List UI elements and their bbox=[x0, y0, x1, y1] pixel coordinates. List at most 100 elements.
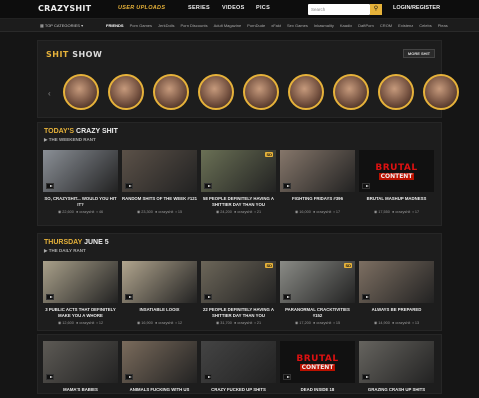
uploader-link[interactable]: crazyshit bbox=[158, 210, 173, 214]
video-thumbnail[interactable] bbox=[43, 341, 118, 383]
video-thumbnail[interactable] bbox=[359, 341, 434, 383]
story-thumbnail[interactable] bbox=[153, 74, 189, 110]
story-thumbnail[interactable] bbox=[333, 74, 369, 110]
partner-link[interactable]: CROM bbox=[380, 23, 392, 28]
partner-link[interactable]: JerkDolls bbox=[158, 23, 174, 28]
video-card[interactable]: SD PARANORMAL CRACKTIVITIES #152 ◉ 17,200 … bbox=[280, 261, 355, 325]
play-icon bbox=[46, 374, 54, 380]
section-subtitle: ▶ THE DAILY RANT bbox=[44, 248, 86, 253]
video-title[interactable]: MAMA'S BABIES bbox=[43, 387, 118, 398]
video-title[interactable]: GRAZING CRASH UP SHITS bbox=[359, 387, 434, 398]
nav-series[interactable]: SERIES bbox=[188, 5, 210, 11]
video-card[interactable]: SD 22 PEOPLE DEFINITELY HAVING A SHITTIER… bbox=[201, 261, 276, 325]
nav-user-uploads[interactable]: USER UPLOADS bbox=[118, 5, 165, 11]
story-thumbnail[interactable] bbox=[288, 74, 324, 110]
uploader-link[interactable]: crazyshit bbox=[158, 321, 173, 325]
partner-link[interactable]: Porn Games bbox=[130, 23, 152, 28]
video-card[interactable]: MAMA'S BABIES bbox=[43, 341, 118, 398]
quality-badge: SD bbox=[265, 152, 273, 157]
video-title[interactable]: 58 PEOPLE DEFINITELY HAVING A SHITTIER D… bbox=[201, 196, 276, 207]
video-card[interactable]: ANIMALS FUCKING WITH US bbox=[122, 341, 197, 398]
uploader-link[interactable]: crazyshit bbox=[316, 321, 331, 325]
video-title[interactable]: FIGHTING FRIDAYS #396 bbox=[280, 196, 355, 207]
uploader-link[interactable]: crazyshit bbox=[237, 321, 252, 325]
video-title[interactable]: ANIMALS FUCKING WITH US bbox=[122, 387, 197, 398]
video-thumbnail[interactable]: BRUTAL CONTENT bbox=[280, 341, 355, 383]
chevron-left-icon[interactable]: ‹ bbox=[48, 89, 51, 98]
video-meta: ◉ 24,200 ● crazyshit ▪ 21 bbox=[215, 210, 262, 214]
play-icon bbox=[46, 183, 54, 189]
partner-link[interactable]: Porn Discounts bbox=[180, 23, 207, 28]
story-thumbnail[interactable] bbox=[198, 74, 234, 110]
video-thumbnail[interactable]: SD bbox=[280, 261, 355, 303]
partner-link[interactable]: Adult Magazine bbox=[214, 23, 242, 28]
video-title[interactable]: SO, CRAZYSHIT... WOULD YOU HIT IT? bbox=[43, 196, 118, 207]
video-card[interactable]: INSATIABLE LOOIX ◉ 16,900 ● crazyshit ▪ 1… bbox=[122, 261, 197, 325]
video-card[interactable]: SD 58 PEOPLE DEFINITELY HAVING A SHITTIER… bbox=[201, 150, 276, 214]
video-section: TODAY'S CRAZY SHIT ▶ THE WEEKEND RANT SO, … bbox=[37, 122, 442, 226]
video-card[interactable]: 3 PUBLIC ACTS THAT DEFINITELY MAKE YOU A… bbox=[43, 261, 118, 325]
site-logo[interactable]: CRAZYSHIT bbox=[38, 4, 91, 13]
video-card[interactable]: BRUTAL CONTENT DEAD INSIDE 18 bbox=[280, 341, 355, 398]
video-thumbnail[interactable]: SD bbox=[201, 150, 276, 192]
story-thumbnail[interactable] bbox=[423, 74, 459, 110]
partner-link[interactable]: Sex Games bbox=[287, 23, 308, 28]
partner-link[interactable]: Inkasmality bbox=[314, 23, 334, 28]
uploader-link[interactable]: crazyshit bbox=[316, 210, 331, 214]
uploader-link[interactable]: crazyshit bbox=[395, 321, 410, 325]
video-thumbnail[interactable] bbox=[280, 150, 355, 192]
partner-link[interactable]: Kaadix bbox=[340, 23, 352, 28]
video-thumbnail[interactable] bbox=[359, 261, 434, 303]
video-title[interactable]: 22 PEOPLE DEFINITELY HAVING A SHITTIER D… bbox=[201, 307, 276, 318]
video-title[interactable]: ALWAYS BE PREPARED bbox=[359, 307, 434, 318]
more-shit-button[interactable]: MORE SHIT bbox=[403, 49, 435, 58]
search-input[interactable]: Search bbox=[308, 4, 370, 15]
shit-show-panel: SHIT SHOW MORE SHIT ‹ › bbox=[37, 40, 459, 118]
story-thumbnail[interactable] bbox=[378, 74, 414, 110]
partner-link[interactable]: Pleas bbox=[438, 23, 448, 28]
video-thumbnail[interactable]: BRUTAL CONTENT bbox=[359, 150, 434, 192]
video-thumbnail[interactable] bbox=[201, 341, 276, 383]
nav-videos[interactable]: VIDEOS bbox=[222, 5, 245, 11]
video-card[interactable]: CRAZY FUCKED UP SHITS bbox=[201, 341, 276, 398]
partner-link[interactable]: Existenz bbox=[398, 23, 413, 28]
video-title[interactable]: DEAD INSIDE 18 bbox=[280, 387, 355, 398]
uploader-link[interactable]: crazyshit bbox=[79, 321, 94, 325]
login-register-link[interactable]: LOGIN/REGISTER bbox=[393, 5, 440, 11]
video-card[interactable]: ALWAYS BE PREPARED ◉ 14,900 ● crazyshit ▪… bbox=[359, 261, 434, 325]
video-title[interactable]: BRUTAL MASHUP MADNESS bbox=[359, 196, 434, 207]
video-title[interactable]: RANDOM SHITS OF THE WEEK #121 bbox=[122, 196, 197, 207]
partner-link[interactable]: PornDude bbox=[247, 23, 265, 28]
partner-link[interactable]: Celebs bbox=[419, 23, 431, 28]
video-thumbnail[interactable] bbox=[43, 150, 118, 192]
story-thumbnail[interactable] bbox=[243, 74, 279, 110]
partner-link[interactable]: DaftPorn bbox=[358, 23, 374, 28]
uploader-link[interactable]: crazyshit bbox=[395, 210, 410, 214]
video-card[interactable]: BRUTAL CONTENT BRUTAL MASHUP MADNESS ◉ 17,5… bbox=[359, 150, 434, 214]
video-thumbnail[interactable] bbox=[43, 261, 118, 303]
story-thumbnail[interactable] bbox=[108, 74, 144, 110]
video-card[interactable]: SO, CRAZYSHIT... WOULD YOU HIT IT? ◉ 22,6… bbox=[43, 150, 118, 214]
partner-link[interactable]: FRIENDS bbox=[106, 23, 124, 28]
video-title[interactable]: 3 PUBLIC ACTS THAT DEFINITELY MAKE YOU A… bbox=[43, 307, 118, 318]
video-title[interactable]: INSATIABLE LOOIX bbox=[122, 307, 197, 318]
video-title[interactable]: CRAZY FUCKED UP SHITS bbox=[201, 387, 276, 398]
search-button[interactable]: ⚲ bbox=[370, 4, 382, 15]
play-icon bbox=[125, 183, 133, 189]
video-thumbnail[interactable] bbox=[122, 261, 197, 303]
story-thumbnail[interactable] bbox=[63, 74, 99, 110]
video-card[interactable]: RANDOM SHITS OF THE WEEK #121 ◉ 23,300 ● … bbox=[122, 150, 197, 214]
top-categories-menu[interactable]: ▦ TOP CATEGORIES ▾ bbox=[40, 23, 83, 28]
uploader-link[interactable]: crazyshit bbox=[79, 210, 94, 214]
quality-badge: SD bbox=[344, 263, 352, 268]
partner-link[interactable]: xFakt bbox=[271, 23, 281, 28]
video-title[interactable]: PARANORMAL CRACKTIVITIES #152 bbox=[280, 307, 355, 318]
play-icon bbox=[125, 374, 133, 380]
video-thumbnail[interactable] bbox=[122, 150, 197, 192]
uploader-link[interactable]: crazyshit bbox=[237, 210, 252, 214]
video-thumbnail[interactable]: SD bbox=[201, 261, 276, 303]
nav-pics[interactable]: PICS bbox=[256, 5, 270, 11]
video-card[interactable]: FIGHTING FRIDAYS #396 ◉ 16,000 ● crazyshi… bbox=[280, 150, 355, 214]
video-thumbnail[interactable] bbox=[122, 341, 197, 383]
video-card[interactable]: GRAZING CRASH UP SHITS bbox=[359, 341, 434, 398]
